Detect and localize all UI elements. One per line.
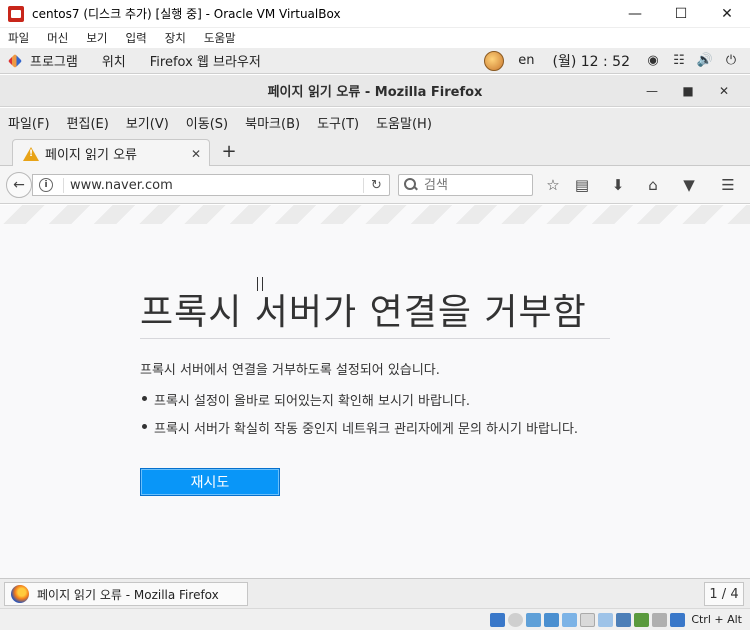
- audio-icon[interactable]: [526, 612, 542, 627]
- url-bar[interactable]: i www.naver.com ↻: [32, 174, 390, 196]
- vbox-menu-input[interactable]: 입력: [126, 30, 147, 46]
- url-text[interactable]: www.naver.com: [63, 177, 363, 193]
- maximize-icon[interactable]: ☐: [658, 0, 704, 28]
- reload-icon[interactable]: ↻: [363, 177, 389, 193]
- active-app-menu[interactable]: Firefox 웹 브라우저: [150, 51, 261, 70]
- places-menu[interactable]: 위치: [102, 51, 126, 70]
- ff-menu-help[interactable]: 도움말(H): [376, 113, 432, 132]
- reading-list-icon[interactable]: ▤: [572, 175, 592, 195]
- suggestion-item: 프록시 설정이 올바로 되어있는지 확인해 보시기 바랍니다.: [140, 390, 578, 409]
- vbox-menu-view[interactable]: 보기: [86, 30, 107, 46]
- virtualbox-status-bar: Ctrl + Alt: [0, 608, 750, 630]
- host-key-label: Ctrl + Alt: [691, 613, 742, 626]
- taskbar-window-label: 페이지 읽기 오류 - Mozilla Firefox: [37, 587, 219, 602]
- accessibility-icon[interactable]: ◉: [646, 53, 660, 68]
- ff-menu-file[interactable]: 파일(F): [8, 113, 50, 132]
- suggestion-item: 프록시 서버가 확실히 작동 중인지 네트워크 관리자에게 문의 하시기 바랍니…: [140, 418, 578, 437]
- applications-icon: [8, 54, 22, 68]
- ff-menu-edit[interactable]: 편집(E): [67, 113, 109, 132]
- host-key-icon[interactable]: [670, 612, 686, 627]
- warning-icon: [23, 146, 39, 161]
- new-tab-button[interactable]: +: [218, 141, 240, 163]
- keyboard-language[interactable]: en: [518, 53, 534, 68]
- minimize-icon[interactable]: —: [612, 0, 658, 28]
- tab-error-page[interactable]: 페이지 읽기 오류 ✕: [12, 139, 210, 167]
- tab-label: 페이지 읽기 오류: [45, 148, 137, 163]
- ff-menu-tools[interactable]: 도구(T): [317, 113, 359, 132]
- back-button[interactable]: ←: [6, 172, 32, 198]
- workspace-switcher[interactable]: 1 / 4: [704, 582, 744, 606]
- power-icon[interactable]: ⏻: [724, 53, 738, 68]
- mouse-integration-icon[interactable]: [652, 612, 668, 627]
- input-method-icon[interactable]: [484, 50, 505, 71]
- pocket-icon[interactable]: ▼: [679, 175, 699, 195]
- ff-close-icon[interactable]: ✕: [706, 84, 742, 98]
- error-divider: [140, 338, 610, 339]
- error-description: 프록시 서버에서 연결을 거부하도록 설정되어 있습니다.: [140, 363, 440, 378]
- search-input[interactable]: [424, 177, 524, 193]
- applications-menu[interactable]: 프로그램: [30, 51, 78, 70]
- optical-drive-icon[interactable]: [508, 612, 524, 627]
- firefox-title-bar: 페이지 읽기 오류 - Mozilla Firefox — ■ ✕: [0, 75, 750, 107]
- vbox-menu-devices[interactable]: 장치: [165, 30, 186, 46]
- virtualbox-title-bar: centos7 (디스크 추가) [실행 중] - Oracle VM Virt…: [0, 0, 750, 28]
- taskbar-firefox-window[interactable]: 페이지 읽기 오류 - Mozilla Firefox: [4, 582, 248, 606]
- firefox-icon: [11, 585, 29, 603]
- video-capture-icon[interactable]: [616, 612, 632, 627]
- virtualbox-window-title: centos7 (디스크 추가) [실행 중] - Oracle VM Virt…: [32, 7, 341, 21]
- vbox-menu-file[interactable]: 파일: [8, 30, 29, 46]
- error-suggestions: 프록시 설정이 올바로 되어있는지 확인해 보시기 바랍니다. 프록시 서버가 …: [140, 390, 578, 446]
- firefox-window-title: 페이지 읽기 오류 - Mozilla Firefox: [267, 85, 483, 100]
- close-icon[interactable]: ✕: [704, 0, 750, 28]
- volume-icon[interactable]: 🔊: [697, 53, 713, 68]
- search-bar[interactable]: [398, 174, 533, 196]
- shared-folders-icon[interactable]: [580, 612, 596, 627]
- gnome-bottom-taskbar: 페이지 읽기 오류 - Mozilla Firefox 1 / 4: [0, 578, 750, 608]
- firefox-menu-bar: 파일(F) 편집(E) 보기(V) 이동(S) 북마크(B) 도구(T) 도움말…: [0, 108, 750, 136]
- error-page: 프록시 서버가 연결을 거부함 프록시 서버에서 연결을 거부하도록 설정되어 …: [0, 205, 750, 578]
- ff-menu-history[interactable]: 이동(S): [186, 113, 228, 132]
- ff-minimize-icon[interactable]: —: [634, 84, 670, 98]
- bookmark-star-icon[interactable]: ☆: [543, 175, 563, 195]
- network-adapter-icon[interactable]: [544, 612, 560, 627]
- vbox-menu-machine[interactable]: 머신: [47, 30, 68, 46]
- virtualbox-menu-bar: 파일 머신 보기 입력 장치 도움말: [0, 28, 750, 48]
- gnome-top-panel: 프로그램 위치 Firefox 웹 브라우저 en (월) 12 : 52 ◉ …: [0, 48, 750, 74]
- site-info-icon[interactable]: i: [39, 178, 53, 192]
- usb-icon[interactable]: [562, 612, 578, 627]
- display-icon[interactable]: [598, 612, 614, 627]
- retry-button[interactable]: 재시도: [140, 468, 280, 496]
- virtualbox-logo-icon: [8, 5, 24, 22]
- warning-stripes: [0, 205, 750, 224]
- hamburger-menu-icon[interactable]: ☰: [718, 175, 738, 195]
- network-icon[interactable]: ☷: [672, 53, 686, 68]
- downloads-icon[interactable]: ⬇: [608, 175, 628, 195]
- tab-strip: 페이지 읽기 오류 ✕ +: [0, 136, 750, 167]
- clock[interactable]: (월) 12 : 52: [552, 51, 630, 71]
- error-title: 프록시 서버가 연결을 거부함: [140, 292, 587, 333]
- ff-menu-bookmarks[interactable]: 북마크(B): [245, 113, 300, 132]
- search-icon: [404, 178, 418, 192]
- virtualization-icon[interactable]: [634, 612, 650, 627]
- tab-close-icon[interactable]: ✕: [187, 147, 205, 161]
- ff-maximize-icon[interactable]: ■: [670, 84, 706, 98]
- navigation-toolbar: ← i www.naver.com ↻ ☆ ▤ ⬇ ⌂ ▼ ☰: [0, 166, 750, 204]
- home-icon[interactable]: ⌂: [643, 175, 663, 195]
- ff-menu-view[interactable]: 보기(V): [126, 113, 169, 132]
- vbox-menu-help[interactable]: 도움말: [204, 30, 236, 46]
- hard-disk-icon[interactable]: [490, 612, 506, 627]
